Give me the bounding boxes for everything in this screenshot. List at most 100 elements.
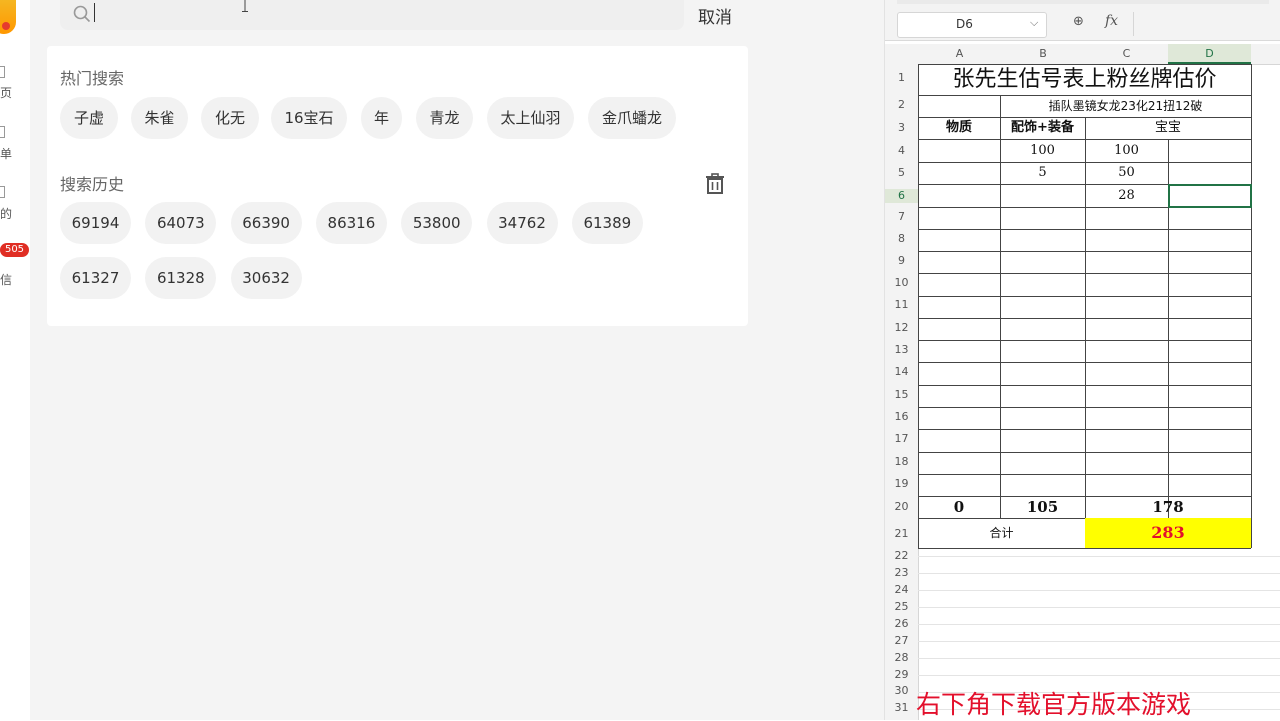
history-chip[interactable]: 66390	[230, 202, 302, 244]
row-header[interactable]: 12	[885, 321, 918, 335]
sum-cell[interactable]: 178	[1085, 496, 1251, 518]
name-box-value: D6	[956, 17, 973, 31]
orders-icon[interactable]	[0, 126, 5, 138]
column-header-bar: ABCD	[885, 44, 1280, 65]
row-header[interactable]: 28	[885, 651, 918, 665]
history-chip[interactable]: 61327	[60, 257, 131, 299]
function-icon[interactable]: fx	[1105, 13, 1118, 29]
row-header[interactable]: 10	[885, 276, 918, 290]
gridline-faint	[918, 607, 1280, 608]
hot-search-chip[interactable]: 16宝石	[271, 97, 347, 139]
spreadsheet-window: D6 ⌵ ⊕ fx ABCD 1 2 3 4 5 6 7 8 9 10 11 12 13 14 15 16 17…	[884, 0, 1280, 720]
row-header[interactable]: 4	[885, 144, 918, 158]
home-icon[interactable]	[0, 66, 5, 78]
row-header[interactable]: 30	[885, 684, 918, 698]
data-cell[interactable]: 50	[1085, 162, 1168, 184]
data-cell[interactable]: 100	[1000, 139, 1085, 162]
history-chip[interactable]: 69194	[60, 202, 131, 244]
name-box[interactable]: D6 ⌵	[897, 12, 1047, 38]
hot-search-chip[interactable]: 朱雀	[131, 97, 188, 139]
row-header[interactable]: 29	[885, 668, 918, 682]
row-header[interactable]: 25	[885, 600, 918, 614]
profile-icon[interactable]	[0, 186, 5, 198]
row-header[interactable]: 17	[885, 432, 918, 446]
row-header[interactable]: 20	[885, 500, 918, 514]
row-header[interactable]: 24	[885, 583, 918, 597]
row-header[interactable]: 11	[885, 298, 918, 312]
app-logo-icon[interactable]	[0, 0, 16, 34]
header-cell[interactable]: 配饰+装备	[1000, 117, 1085, 139]
header-cell[interactable]: 宝宝	[1085, 117, 1251, 139]
row-header[interactable]: 9	[885, 254, 918, 268]
hot-search-chip[interactable]: 金爪蟠龙	[588, 97, 676, 139]
watermark-text: 右下角下载官方版本游戏	[916, 690, 1192, 719]
zoom-search-icon[interactable]: ⊕	[1073, 14, 1084, 29]
subtitle-cell[interactable]: 插队墨镜女龙23化21扭12破	[1000, 95, 1251, 117]
total-value-cell[interactable]: 283	[1085, 518, 1251, 548]
column-header[interactable]: D	[1168, 44, 1251, 64]
nav-messages-label[interactable]: 信	[0, 271, 12, 288]
hot-search-chip[interactable]: 子虚	[60, 97, 118, 139]
data-cell[interactable]: 28	[1085, 184, 1168, 207]
row-header[interactable]: 8	[885, 232, 918, 246]
mouse-ibeam-cursor-icon	[242, 0, 248, 12]
search-suggestion-panel: 热门搜索 子虚 朱雀 化无 16宝石年青龙 太上仙羽 金爪蟠龙 搜索历史 69194 640…	[47, 46, 748, 326]
row-header[interactable]: 21	[885, 527, 918, 541]
search-history-title: 搜索历史	[60, 175, 125, 194]
history-chip[interactable]: 61389	[571, 202, 643, 244]
cancel-button[interactable]: 取消	[698, 3, 732, 28]
history-chip[interactable]: 30632	[230, 257, 302, 299]
row-header[interactable]: 22	[885, 549, 918, 563]
row-header[interactable]: 3	[885, 121, 918, 135]
total-label-cell[interactable]: 合计	[918, 518, 1085, 548]
row-header[interactable]: 1	[885, 71, 918, 85]
row-header[interactable]: 16	[885, 410, 918, 424]
row-header[interactable]: 26	[885, 617, 918, 631]
sum-cell[interactable]: 105	[1000, 496, 1085, 518]
clear-history-trash-icon[interactable]	[703, 172, 727, 196]
history-chip[interactable]: 61328	[145, 257, 217, 299]
chevron-down-icon[interactable]: ⌵	[1030, 16, 1038, 30]
nav-mine-label[interactable]: 的	[0, 205, 12, 222]
gridline-faint	[918, 590, 1280, 591]
row-header[interactable]: 18	[885, 455, 918, 469]
gridline-faint	[918, 624, 1280, 625]
column-header[interactable]: C	[1085, 44, 1168, 64]
hot-search-chip[interactable]: 太上仙羽	[487, 97, 574, 139]
nav-orders-label[interactable]: 单	[0, 145, 12, 162]
row-header[interactable]: 2	[885, 98, 918, 112]
row-header[interactable]: 15	[885, 388, 918, 402]
hot-search-chip[interactable]: 青龙	[416, 97, 473, 139]
data-cell[interactable]: 5	[1000, 162, 1085, 184]
gridline-faint	[918, 641, 1280, 642]
history-chip[interactable]: 53800	[401, 202, 473, 244]
column-header[interactable]: B	[1001, 44, 1085, 64]
nav-home-label[interactable]: 页	[0, 84, 12, 101]
formula-divider	[1133, 12, 1134, 36]
row-header[interactable]: 23	[885, 566, 918, 580]
hot-search-chip[interactable]: 化无	[201, 97, 259, 139]
row-header[interactable]: 7	[885, 210, 918, 224]
sheet-title-cell[interactable]: 张先生估号表上粉丝牌估价	[918, 64, 1251, 95]
row-header[interactable]: 31	[885, 701, 918, 715]
row-header[interactable]: 5	[885, 166, 918, 180]
row-header[interactable]: 14	[885, 365, 918, 379]
history-chip[interactable]: 86316	[315, 202, 387, 244]
row-header[interactable]: 13	[885, 343, 918, 357]
sum-cell[interactable]: 0	[918, 496, 1000, 518]
row-header[interactable]: 27	[885, 634, 918, 648]
row-header[interactable]: 6	[885, 189, 918, 203]
history-chip[interactable]: 34762	[486, 202, 558, 244]
data-cell[interactable]: 100	[1085, 139, 1168, 162]
hot-search-chip[interactable]: 年	[361, 97, 402, 139]
selected-cell-d6[interactable]	[1168, 184, 1252, 208]
formula-bar: D6 ⌵ ⊕ fx	[885, 0, 1280, 41]
column-header[interactable]: A	[918, 44, 1001, 64]
header-cell[interactable]: 物质	[918, 117, 1000, 139]
search-input[interactable]	[60, 0, 684, 30]
ribbon-edge	[897, 0, 1269, 4]
history-chip[interactable]: 64073	[145, 202, 217, 244]
gridline-faint	[918, 675, 1280, 676]
row-header[interactable]: 19	[885, 477, 918, 491]
gridline-faint	[918, 658, 1280, 659]
